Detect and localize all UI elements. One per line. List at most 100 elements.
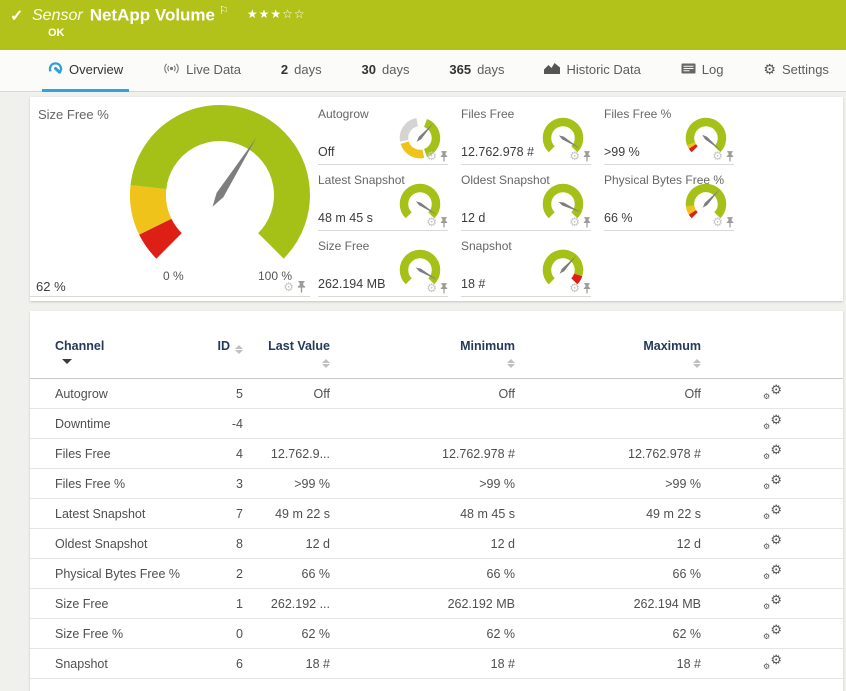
channel-last-value (243, 408, 330, 439)
priority-star-rating[interactable]: ★★★☆☆ (247, 7, 306, 21)
pin-icon[interactable] (440, 283, 448, 294)
gears-icon: ⚙ (770, 591, 782, 607)
channel-last-value: 12.762.9... (243, 438, 330, 469)
channel-settings-button[interactable]: ⚙ ⚙ (762, 621, 782, 641)
channel-name: Oldest Snapshot (30, 528, 183, 559)
pin-icon[interactable] (440, 151, 448, 162)
sort-icon (693, 359, 701, 368)
pin-icon[interactable] (583, 151, 591, 162)
gears-icon: ⚙ (770, 381, 782, 397)
channel-name: Snapshot (30, 648, 183, 679)
sort-desc-icon (62, 359, 72, 364)
channel-name: Files Free (30, 438, 183, 469)
tab-30-days[interactable]: 30 days (356, 50, 416, 92)
channel-last-value: 18 # (243, 648, 330, 679)
channel-maximum: 49 m 22 s (515, 498, 701, 529)
channel-minimum: 18 # (330, 648, 515, 679)
channel-settings-button[interactable]: ⚙ ⚙ (762, 591, 782, 611)
channel-minimum: >99 % (330, 468, 515, 499)
channel-minimum: 262.192 MB (330, 588, 515, 619)
sort-icon (235, 345, 243, 354)
tab-2-days[interactable]: 2 days (275, 50, 328, 92)
table-row-autogrow: Autogrow 5 Off Off Off ⚙ ⚙ (30, 378, 843, 409)
channel-maximum: Off (515, 378, 701, 409)
channel-id: 7 (183, 498, 243, 529)
gauge-value: Off (318, 145, 335, 159)
column-header-id[interactable]: ID (183, 333, 243, 379)
gauge-label: Files Free (461, 107, 515, 121)
channel-name: Autogrow (30, 378, 183, 409)
pin-icon[interactable] (726, 151, 734, 162)
gear-icon[interactable]: ⚙ (426, 282, 437, 294)
tab-settings[interactable]: ⚙ Settings (757, 50, 835, 92)
table-row-downtime: Downtime -4 ⚙ ⚙ (30, 408, 843, 439)
table-row-oldest-snapshot: Oldest Snapshot 8 12 d 12 d 12 d ⚙ ⚙ (30, 528, 843, 559)
table-row-physical-bytes-free: Physical Bytes Free % 2 66 % 66 % 66 % ⚙ ⚙ (30, 558, 843, 589)
channel-settings-button[interactable]: ⚙ ⚙ (762, 381, 782, 401)
pin-icon[interactable] (583, 217, 591, 228)
gear-icon[interactable]: ⚙ (426, 150, 437, 162)
channel-id: -4 (183, 408, 243, 439)
gears-icon: ⚙ (770, 621, 782, 637)
pin-icon[interactable] (726, 217, 734, 228)
channel-minimum: 62 % (330, 618, 515, 649)
tab-overview[interactable]: Overview (42, 50, 130, 92)
gauge-label: Autogrow (318, 107, 369, 121)
flag-icon[interactable]: ⚐ (219, 5, 229, 17)
channel-settings-button[interactable]: ⚙ ⚙ (762, 413, 782, 431)
gauge-panel-autogrow: Autogrow Off ⚙ (318, 105, 448, 165)
gear-icon[interactable]: ⚙ (569, 282, 580, 294)
gears-icon-small: ⚙ (763, 601, 771, 611)
gear-icon[interactable]: ⚙ (712, 216, 723, 228)
pin-icon[interactable] (440, 217, 448, 228)
gear-icon[interactable]: ⚙ (712, 150, 723, 162)
channel-id: 2 (183, 558, 243, 589)
pin-icon[interactable] (297, 281, 306, 293)
log-icon (681, 62, 696, 77)
gear-icon[interactable]: ⚙ (569, 150, 580, 162)
tab-365-days[interactable]: 365 days (443, 50, 510, 92)
gauge-label: Snapshot (461, 239, 512, 253)
channel-id: 5 (183, 378, 243, 409)
tab-live-data[interactable]: Live Data (157, 50, 247, 92)
channel-id: 1 (183, 588, 243, 619)
channel-settings-button[interactable]: ⚙ ⚙ (762, 653, 782, 671)
channel-name: Size Free % (30, 618, 183, 649)
channel-settings-button[interactable]: ⚙ ⚙ (762, 563, 782, 581)
gear-icon[interactable]: ⚙ (283, 281, 294, 293)
tab-log[interactable]: Log (675, 50, 730, 92)
column-header-channel[interactable]: Channel (30, 333, 183, 379)
channel-maximum: 262.194 MB (515, 588, 701, 619)
channel-last-value: 12 d (243, 528, 330, 559)
size-free-pct-gauge (129, 105, 310, 259)
gauge-label: Size Free % (38, 107, 109, 122)
gears-icon-small: ⚙ (763, 391, 771, 401)
gauge-label: Latest Snapshot (318, 173, 405, 187)
channel-id: 3 (183, 468, 243, 499)
column-header-last-value[interactable]: Last Value (243, 333, 330, 379)
channel-settings-button[interactable]: ⚙ ⚙ (762, 473, 782, 491)
column-header-maximum[interactable]: Maximum (515, 333, 701, 379)
gears-icon-small: ⚙ (763, 541, 771, 551)
tab-historic-data[interactable]: Historic Data (538, 50, 646, 92)
gears-icon-small: ⚙ (763, 631, 771, 641)
channel-maximum: 12.762.978 # (515, 438, 701, 469)
check-icon: ✓ (10, 8, 24, 25)
gauge-panel-files-free: Files Free % >99 % ⚙ (604, 105, 734, 165)
pin-icon[interactable] (583, 283, 591, 294)
channel-settings-button[interactable]: ⚙ ⚙ (762, 441, 782, 461)
gear-icon[interactable]: ⚙ (426, 216, 437, 228)
gauge-value: 262.194 MB (318, 277, 386, 291)
gear-icon[interactable]: ⚙ (569, 216, 580, 228)
gauge-panel-snapshot: Snapshot 18 # ⚙ (461, 237, 591, 297)
gauge-panel-physical-bytes-free: Physical Bytes Free % 66 % ⚙ (604, 171, 734, 231)
channel-settings-button[interactable]: ⚙ ⚙ (762, 533, 782, 551)
page-title: NetApp Volume (89, 5, 216, 25)
gears-icon: ⚙ (770, 441, 782, 457)
gauge-label: Files Free % (604, 107, 672, 121)
channel-settings-button[interactable]: ⚙ ⚙ (762, 503, 782, 521)
column-header-minimum[interactable]: Minimum (330, 333, 515, 379)
channel-name: Downtime (30, 408, 183, 439)
channel-name: Physical Bytes Free % (30, 558, 183, 589)
signal-icon (163, 62, 180, 78)
